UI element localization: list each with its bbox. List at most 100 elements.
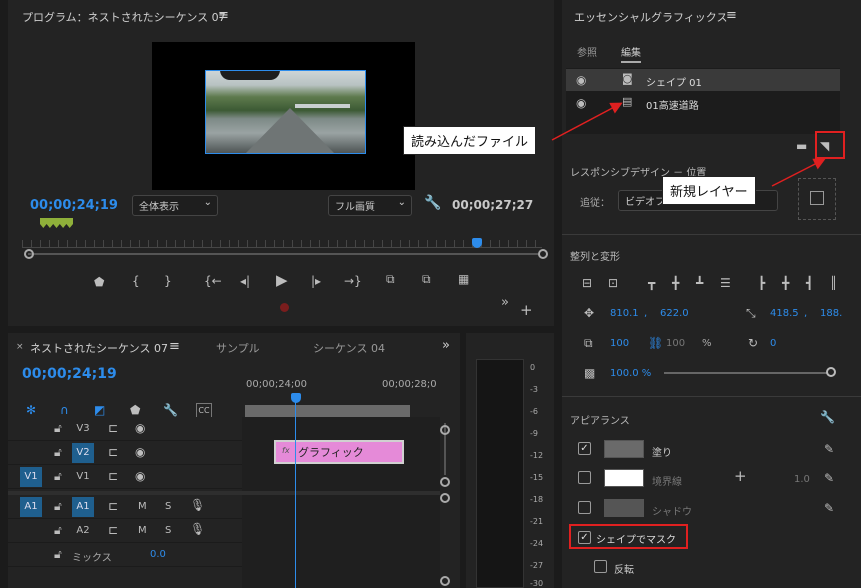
sync-lock-icon[interactable]: ⊏: [108, 445, 118, 459]
go-to-in-icon[interactable]: {←: [204, 274, 222, 288]
panel-menu-icon[interactable]: ≡: [169, 339, 180, 354]
lock-icon[interactable]: 🔓︎: [54, 523, 62, 537]
align-left-icon[interactable]: ┣: [758, 276, 765, 290]
mark-out-icon[interactable]: }: [164, 274, 172, 288]
microphone-icon[interactable]: 🎙︎: [190, 522, 205, 536]
sync-lock-icon[interactable]: ⊏: [108, 421, 118, 435]
scroll-handle[interactable]: [440, 576, 450, 586]
align-bottom-icon[interactable]: ┻: [696, 276, 703, 290]
mark-in-icon[interactable]: {: [132, 274, 140, 288]
source-patch-a1[interactable]: A1: [20, 497, 42, 517]
lock-icon[interactable]: 🔓︎: [54, 547, 62, 561]
eye-icon[interactable]: ◉: [576, 73, 586, 87]
lock-icon[interactable]: 🔓︎: [54, 421, 62, 435]
track-target-v1[interactable]: V1: [72, 467, 94, 487]
solo-button[interactable]: S: [165, 500, 171, 514]
graphic-clip[interactable]: fx グラフィック: [274, 440, 404, 464]
add-marker-icon[interactable]: ⬟: [94, 275, 104, 289]
shadow-color-swatch[interactable]: [604, 499, 644, 517]
align-top-icon[interactable]: ┳: [648, 276, 655, 290]
folder-icon[interactable]: ▬: [796, 139, 807, 153]
sync-lock-icon[interactable]: ⊏: [108, 523, 118, 537]
invert-checkbox[interactable]: [594, 560, 607, 573]
eye-icon[interactable]: ◉: [135, 469, 145, 483]
panel-menu-icon[interactable]: ≡: [726, 8, 737, 23]
timeline-timecode[interactable]: 00;00;24;19: [22, 366, 117, 382]
tab-sequence-04[interactable]: シーケンス 04: [313, 340, 385, 356]
track-target-v3[interactable]: V3: [72, 419, 94, 439]
mix-value[interactable]: 0.0: [150, 549, 166, 560]
eyedropper-icon[interactable]: ✎: [824, 501, 834, 515]
zoom-handle-left[interactable]: [24, 249, 34, 259]
more-controls-icon[interactable]: »: [501, 296, 509, 310]
add-marker-icon[interactable]: ⬟: [130, 403, 140, 417]
program-monitor-title[interactable]: プログラム：ネストされたシーケンス 07: [22, 9, 226, 25]
mute-button[interactable]: M: [138, 524, 147, 538]
stroke-checkbox[interactable]: [578, 471, 591, 484]
lock-icon[interactable]: 🔓︎: [54, 445, 62, 459]
scroll-handle[interactable]: [440, 425, 450, 435]
distribute-horizontal-icon[interactable]: ║: [830, 276, 837, 290]
opacity-slider-handle[interactable]: [826, 367, 836, 377]
align-right-icon[interactable]: ┫: [806, 276, 813, 290]
link-icon[interactable]: ⛓︎: [648, 336, 663, 350]
timeline-playhead-head[interactable]: [291, 393, 301, 403]
eye-icon[interactable]: ◉: [576, 96, 586, 110]
close-icon[interactable]: ×: [16, 342, 24, 352]
wrench-icon[interactable]: 🔧: [820, 410, 835, 424]
extract-icon[interactable]: ⧉: [422, 272, 431, 286]
eg-panel-title[interactable]: エッセンシャルグラフィックス: [574, 9, 727, 25]
align-horizontal-center-icon[interactable]: ⊡: [608, 276, 618, 290]
tab-browse[interactable]: 参照: [577, 44, 597, 59]
tab-sample[interactable]: サンプル: [216, 340, 260, 356]
eyedropper-icon[interactable]: ✎: [824, 442, 834, 456]
export-frame-icon[interactable]: ▦: [458, 272, 469, 286]
eye-icon[interactable]: ◉: [135, 445, 145, 459]
scroll-handle[interactable]: [440, 493, 450, 503]
scale-value[interactable]: 100: [610, 338, 629, 349]
position-x[interactable]: 810.1: [610, 308, 639, 319]
align-middle-icon[interactable]: ╋: [672, 276, 679, 290]
pin-to-widget[interactable]: [798, 178, 836, 220]
lock-icon[interactable]: 🔓︎: [54, 469, 62, 483]
button-editor-plus-icon[interactable]: +: [520, 303, 533, 318]
track-target-a2[interactable]: A2: [72, 521, 94, 541]
sync-lock-icon[interactable]: ⊏: [108, 469, 118, 483]
lift-icon[interactable]: ⧉: [386, 272, 395, 286]
shadow-checkbox[interactable]: [578, 501, 591, 514]
program-current-timecode[interactable]: 00;00;24;19: [30, 198, 118, 213]
go-to-out-icon[interactable]: →}: [344, 274, 362, 288]
more-tabs-icon[interactable]: »: [442, 338, 450, 353]
stroke-color-swatch[interactable]: [604, 469, 644, 487]
sync-lock-icon[interactable]: ⊏: [108, 499, 118, 513]
record-icon[interactable]: [280, 303, 289, 312]
zoom-handle-right[interactable]: [538, 249, 548, 259]
play-icon[interactable]: ▶: [276, 273, 288, 288]
rotation-value[interactable]: 0: [770, 338, 776, 349]
lock-icon[interactable]: 🔓︎: [54, 499, 62, 513]
time-ruler[interactable]: [22, 240, 542, 248]
distribute-icon[interactable]: ☰: [720, 276, 731, 290]
mute-button[interactable]: M: [138, 500, 147, 514]
fill-checkbox[interactable]: ✓: [578, 442, 591, 455]
linked-selection-icon[interactable]: ◩: [94, 403, 105, 417]
track-target-v2[interactable]: V2: [72, 443, 94, 463]
tab-nested-sequence[interactable]: ネストされたシーケンス 07: [30, 340, 168, 356]
playhead-marker[interactable]: [472, 238, 482, 248]
tab-edit[interactable]: 編集: [621, 44, 641, 63]
position-y[interactable]: 622.0: [660, 308, 689, 319]
zoom-scrollbar[interactable]: [28, 253, 538, 255]
quality-select[interactable]: フル画質 ⌄: [328, 195, 412, 216]
microphone-icon[interactable]: 🎙︎: [190, 498, 205, 512]
eyedropper-icon[interactable]: ✎: [824, 471, 834, 485]
solo-button[interactable]: S: [165, 524, 171, 538]
layer-row-shape[interactable]: ◉ ◙ シェイプ 01: [566, 69, 840, 91]
layer-row-video[interactable]: ◉ ▤ 01高速道路: [566, 92, 840, 114]
anchor-x[interactable]: 418.5: [770, 308, 799, 319]
snap-nest-icon[interactable]: ✻: [26, 403, 36, 417]
fill-color-swatch[interactable]: [604, 440, 644, 458]
selection-bounds[interactable]: [205, 70, 366, 154]
scroll-handle[interactable]: [440, 477, 450, 487]
track-target-a1[interactable]: A1: [72, 497, 94, 517]
align-vertical-center-icon[interactable]: ⊟: [582, 276, 592, 290]
